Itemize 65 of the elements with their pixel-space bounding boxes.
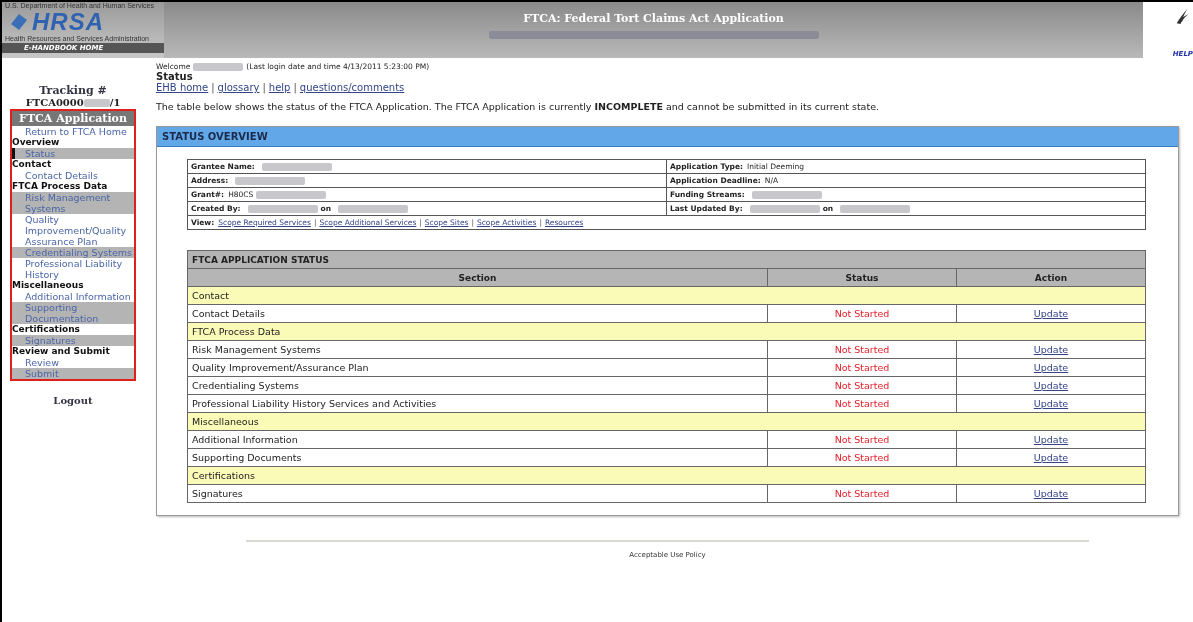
- logo: HRSA: [32, 9, 104, 35]
- separator: |: [211, 82, 215, 93]
- nav-link[interactable]: questions/comments: [299, 82, 405, 93]
- redacted-block: [338, 204, 409, 213]
- status-cell: Not Started: [767, 394, 957, 413]
- menu-heading: Overview: [12, 137, 61, 148]
- table-cell: Quality Improvement/Assurance Plan: [187, 358, 768, 377]
- nav-link[interactable]: glossary: [217, 82, 260, 93]
- table-cell: Contact Details: [187, 304, 768, 323]
- nav-link[interactable]: help: [268, 82, 291, 93]
- page-title: Status: [156, 71, 194, 82]
- redacted-block: [751, 190, 822, 199]
- redacted-block: [235, 176, 306, 185]
- menu-item[interactable]: Review: [12, 357, 134, 368]
- menu-item[interactable]: Additional Information: [12, 291, 134, 302]
- table-title: FTCA APPLICATION STATUS: [187, 250, 1146, 269]
- menu-heading: FTCA Process Data: [12, 181, 109, 192]
- tracking-label: Tracking #: [39, 84, 107, 97]
- update-link[interactable]: Update: [1033, 434, 1069, 445]
- table-cell: Credentialing Systems: [187, 376, 768, 395]
- status-cell: Not Started: [767, 340, 957, 359]
- nav-link[interactable]: EHB home: [156, 82, 209, 93]
- status-cell: Not Started: [767, 304, 957, 323]
- emblem-icon: [8, 12, 30, 32]
- app-title: FTCA: Federal Tort Claims Act Application: [523, 12, 784, 25]
- logout-link[interactable]: Logout: [53, 395, 93, 406]
- table-cell: Professional Liability History Services and Activities: [187, 394, 768, 413]
- update-link[interactable]: Update: [1033, 362, 1069, 373]
- status-cell: Not Started: [767, 484, 957, 503]
- menu-title: FTCA Application: [12, 111, 134, 126]
- table-cell: Risk Management Systems: [187, 340, 768, 359]
- panel-header: STATUS OVERVIEW: [157, 127, 1178, 147]
- update-link[interactable]: Update: [1033, 344, 1069, 355]
- redacted-block: [193, 62, 244, 71]
- menu-item[interactable]: Quality Improvement/Quality Assurance Plan: [12, 214, 134, 247]
- status-cell: Not Started: [767, 358, 957, 377]
- intro-text: The table below shows the status of the FTCA Application. The FTCA Application is currently INCOMPLETE and cannot be submitted in its current state.: [156, 101, 881, 112]
- tracking-number: FTCA0000: [25, 97, 84, 108]
- table-cell: Supporting Documents: [187, 448, 768, 467]
- redacted-block: [247, 204, 318, 213]
- separator: |: [262, 82, 266, 93]
- update-link[interactable]: Update: [1033, 452, 1069, 463]
- menu-item[interactable]: Contact Details: [12, 170, 134, 181]
- table-cell: Additional Information: [187, 430, 768, 449]
- update-link[interactable]: Update: [1033, 308, 1069, 319]
- menu-item[interactable]: Return to FTCA Home: [12, 126, 134, 137]
- menu-heading: Contact: [12, 159, 53, 170]
- separator: |: [293, 82, 297, 93]
- tracking-suffix: /1: [109, 97, 121, 108]
- update-link[interactable]: Update: [1033, 380, 1069, 391]
- redacted-block: [261, 162, 332, 171]
- status-cell: Not Started: [767, 430, 957, 449]
- menu-item[interactable]: Professional Liability History: [12, 258, 134, 280]
- menu-heading: Review and Submit: [12, 346, 111, 357]
- table-cell: Signatures: [187, 484, 768, 503]
- status-cell: Not Started: [767, 376, 957, 395]
- menu-heading: Miscellaneous: [12, 280, 85, 291]
- redacted-block: [749, 204, 820, 213]
- redacted-block: [256, 190, 327, 199]
- status-cell: Not Started: [767, 448, 957, 467]
- redacted-block: [83, 98, 110, 107]
- update-link[interactable]: Update: [1033, 488, 1069, 499]
- redacted-block: [840, 204, 911, 213]
- update-link[interactable]: Update: [1033, 398, 1069, 409]
- menu-heading: Certifications: [12, 324, 81, 335]
